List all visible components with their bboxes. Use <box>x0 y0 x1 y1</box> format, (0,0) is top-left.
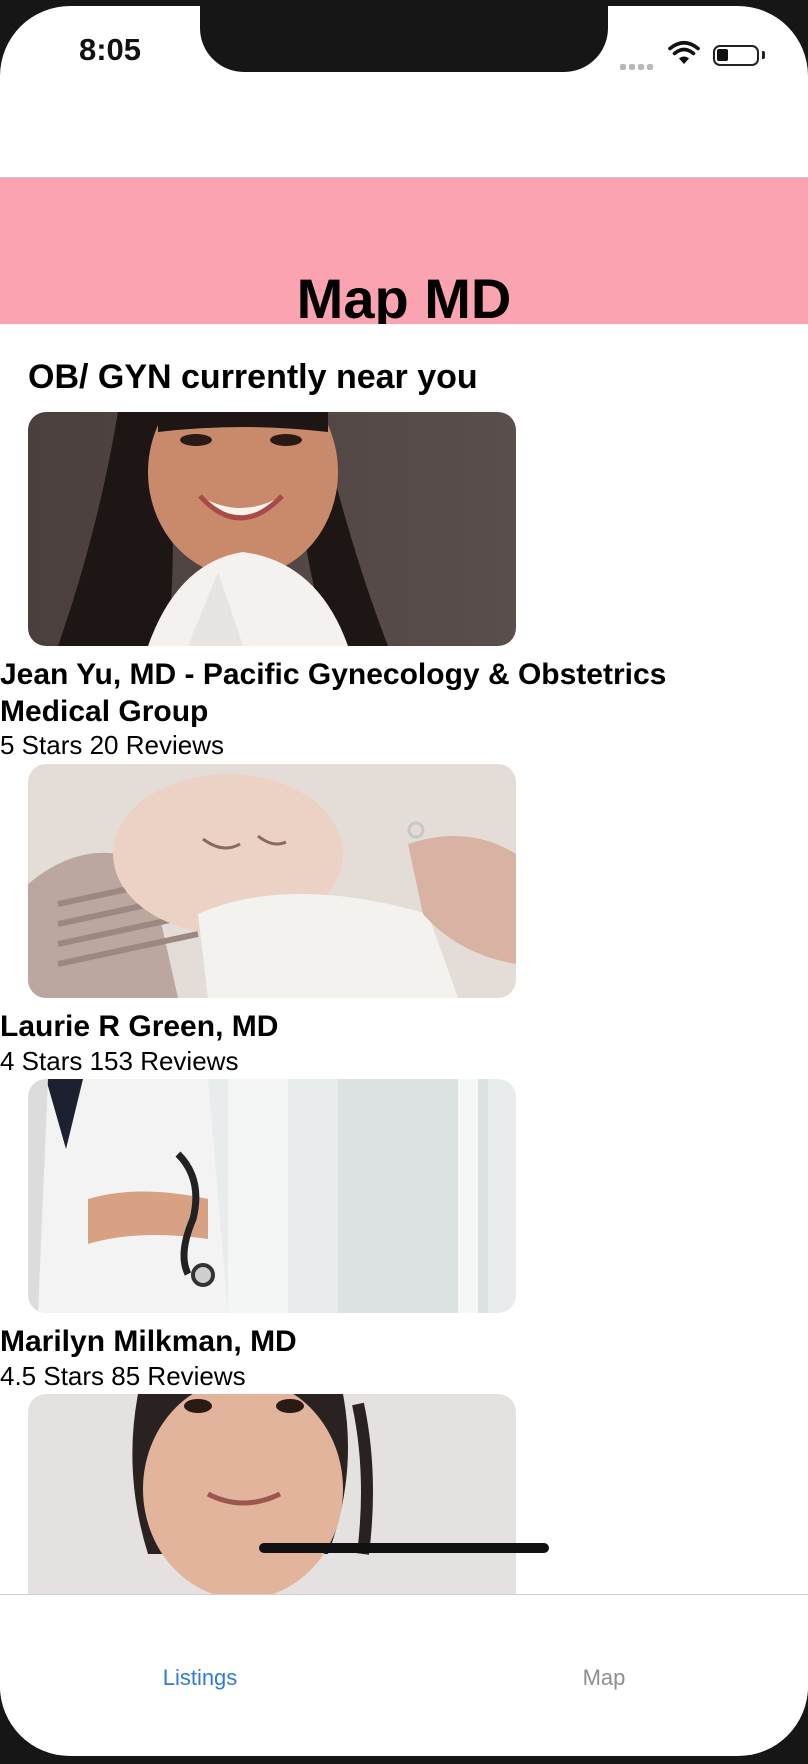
home-indicator <box>259 1543 549 1553</box>
app-screen: 8:05 Map MD OB/ GYN currently near you J… <box>0 6 808 1756</box>
wifi-icon <box>668 40 700 64</box>
cellular-signal-icon <box>620 57 656 75</box>
doctor-photo[interactable] <box>28 1079 516 1313</box>
device-notch <box>200 6 608 72</box>
doctor-photo[interactable] <box>28 1394 516 1594</box>
doctor-photo[interactable] <box>28 412 516 646</box>
listing-name[interactable]: Laurie R Green, MD <box>0 1008 760 1045</box>
listing-rating: 4 Stars 153 Reviews <box>0 1046 239 1076</box>
battery-icon <box>713 45 759 66</box>
tab-map[interactable]: Map <box>514 1665 694 1691</box>
newborn-photo[interactable] <box>28 764 516 998</box>
listing-name[interactable]: Jean Yu, MD - Pacific Gynecology & Obste… <box>0 656 760 730</box>
app-title: Map MD <box>296 267 512 324</box>
tab-bar: Listings Map <box>0 1595 808 1755</box>
listing-rating: 5 Stars 20 Reviews <box>0 730 224 760</box>
status-time: 8:05 <box>78 32 142 67</box>
tab-listings[interactable]: Listings <box>110 1665 290 1691</box>
listing-rating: 4.5 Stars 85 Reviews <box>0 1361 246 1391</box>
listing-name[interactable]: Marilyn Milkman, MD <box>0 1323 760 1360</box>
battery-cap <box>762 51 765 59</box>
header-banner: Map MD <box>0 178 808 324</box>
listings-scroll-view[interactable]: OB/ GYN currently near you Jean Yu, MD -… <box>0 324 808 1594</box>
section-title: OB/ GYN currently near you <box>28 358 478 396</box>
device-frame: 8:05 Map MD OB/ GYN currently near you J… <box>0 0 808 1764</box>
